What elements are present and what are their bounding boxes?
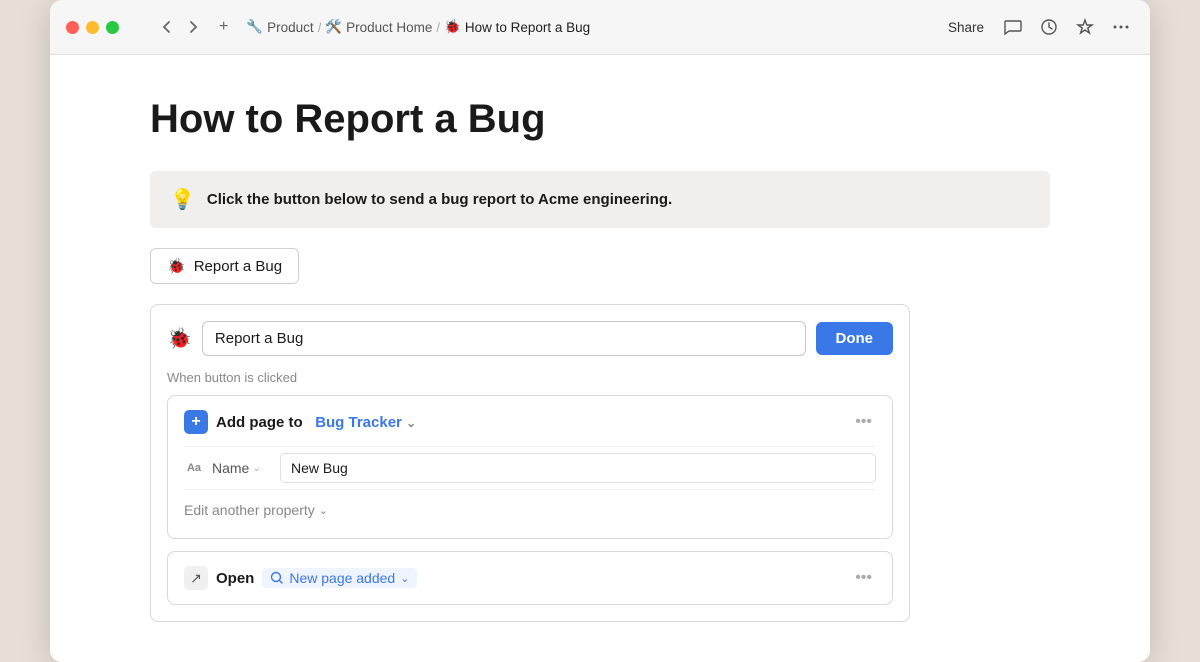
action-chevron: ⌄ — [406, 416, 416, 430]
back-icon — [159, 19, 175, 35]
when-label: When button is clicked — [167, 370, 893, 385]
breadcrumb-icon-home: 🛠️ — [325, 19, 342, 35]
property-name-label[interactable]: Name ⌄ — [212, 460, 272, 476]
edit-another-property-label: Edit another property — [184, 502, 315, 518]
action-plus-icon: + — [184, 410, 208, 434]
app-window: + 🔧 Product / 🛠️ Product Home / 🐞 How to… — [50, 0, 1150, 662]
open-chevron: ⌄ — [400, 572, 409, 585]
maximize-button[interactable] — [106, 21, 119, 34]
edit-another-property-button[interactable]: Edit another property ⌄ — [184, 498, 328, 522]
edit-property-chevron: ⌄ — [319, 504, 328, 517]
close-button[interactable] — [66, 21, 79, 34]
report-bug-button[interactable]: 🐞 Report a Bug — [150, 248, 299, 284]
breadcrumb-current: How to Report a Bug — [465, 20, 590, 35]
open-arrow-icon: ↗ — [184, 566, 208, 590]
open-db-pill[interactable]: New page added ⌄ — [262, 568, 417, 588]
breadcrumb-icon-product: 🔧 — [246, 19, 263, 35]
minimize-button[interactable] — [86, 21, 99, 34]
done-button[interactable]: Done — [816, 322, 894, 355]
breadcrumb: 🔧 Product / 🛠️ Product Home / 🐞 How to R… — [246, 19, 932, 35]
history-button[interactable] — [1036, 14, 1062, 40]
more-icon — [1112, 18, 1130, 36]
open-action-card: ↗ Open New page added ⌄ ••• — [167, 551, 893, 605]
star-button[interactable] — [1072, 14, 1098, 40]
callout-text: Click the button below to send a bug rep… — [207, 191, 672, 208]
titlebar-actions: Share — [942, 14, 1134, 40]
edit-panel: 🐞 Done When button is clicked + Add page… — [150, 304, 910, 622]
breadcrumb-icon-current: 🐞 — [444, 19, 461, 35]
breadcrumb-sep-1: / — [318, 20, 322, 35]
breadcrumb-home[interactable]: Product Home — [346, 20, 432, 35]
report-bug-button-label: Report a Bug — [194, 258, 282, 275]
star-icon — [1076, 18, 1094, 36]
share-button[interactable]: Share — [942, 16, 990, 39]
open-db-label: New page added — [289, 570, 395, 586]
search-icon — [270, 571, 284, 585]
action-title-db[interactable]: Bug Tracker — [315, 414, 402, 431]
forward-icon — [185, 19, 201, 35]
report-bug-button-icon: 🐞 — [167, 257, 186, 275]
action-menu-dots[interactable]: ••• — [851, 411, 876, 433]
button-name-icon: 🐞 — [167, 326, 192, 351]
history-icon — [1040, 18, 1058, 36]
callout-block: 💡 Click the button below to send a bug r… — [150, 171, 1050, 228]
action-title: Add page to Bug Tracker ⌄ — [216, 414, 843, 431]
property-row-name: Aa Name ⌄ — [184, 446, 876, 489]
traffic-lights — [66, 21, 119, 34]
add-page-action-card: + Add page to Bug Tracker ⌄ ••• Aa Name … — [167, 395, 893, 539]
back-button[interactable] — [155, 15, 179, 39]
open-header: ↗ Open New page added ⌄ ••• — [184, 566, 876, 590]
property-type-icon: Aa — [184, 462, 204, 474]
edit-property-row: Edit another property ⌄ — [184, 489, 876, 524]
open-title: Open — [216, 570, 254, 587]
forward-button[interactable] — [181, 15, 205, 39]
page-content: How to Report a Bug 💡 Click the button b… — [50, 55, 1150, 662]
property-value-input[interactable] — [280, 453, 876, 483]
button-name-row: 🐞 Done — [167, 321, 893, 356]
comment-button[interactable] — [1000, 14, 1026, 40]
titlebar: + 🔧 Product / 🛠️ Product Home / 🐞 How to… — [50, 0, 1150, 55]
more-button[interactable] — [1108, 14, 1134, 40]
open-action-menu-dots[interactable]: ••• — [851, 567, 876, 589]
breadcrumb-product[interactable]: Product — [267, 20, 314, 35]
callout-icon: 💡 — [170, 187, 195, 212]
comment-icon — [1004, 18, 1022, 36]
button-name-input[interactable] — [202, 321, 806, 356]
menu-icon[interactable] — [137, 23, 145, 31]
action-title-prefix: Add page to — [216, 414, 303, 431]
page-title: How to Report a Bug — [150, 95, 1050, 143]
add-button[interactable]: + — [215, 14, 232, 40]
nav-arrows — [155, 15, 205, 39]
breadcrumb-sep-2: / — [436, 20, 440, 35]
action-header: + Add page to Bug Tracker ⌄ ••• — [184, 410, 876, 434]
property-name-chevron: ⌄ — [252, 463, 260, 474]
